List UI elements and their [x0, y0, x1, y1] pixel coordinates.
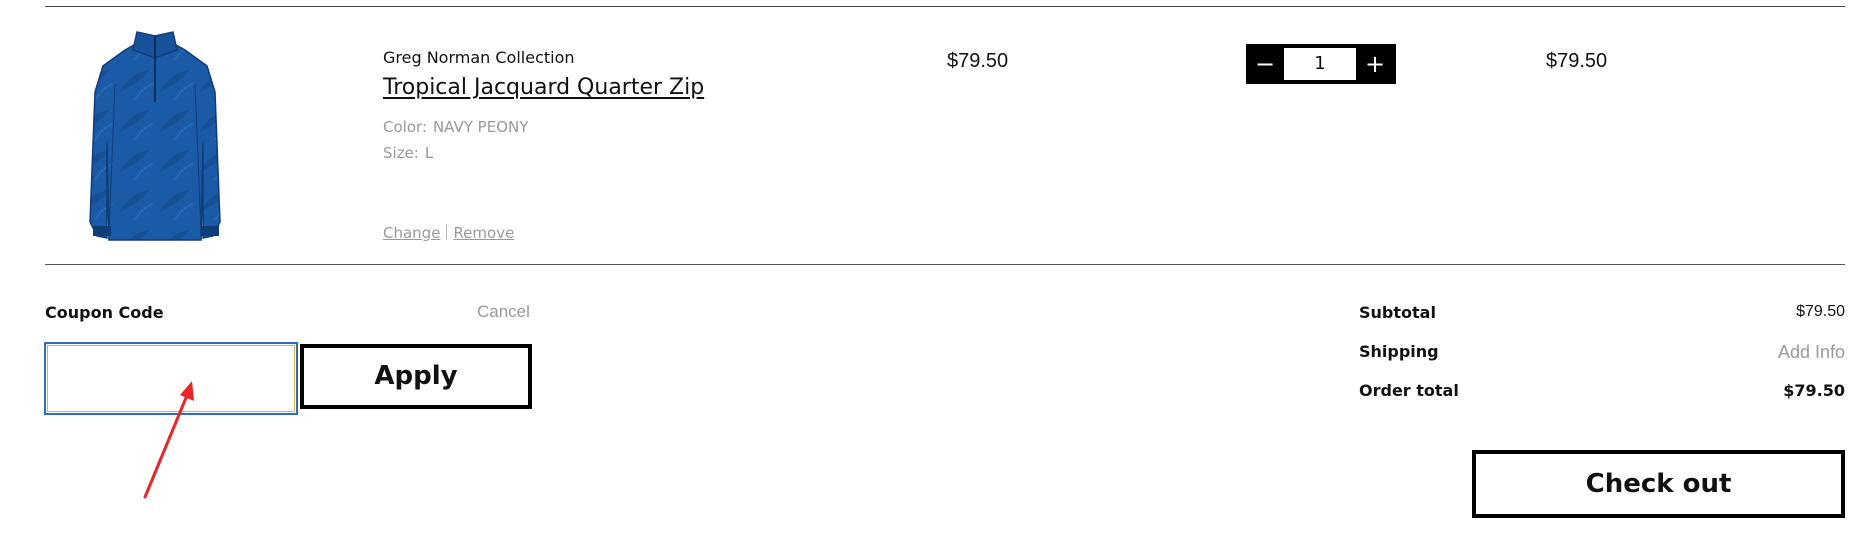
shipping-add-info-link[interactable]: Add Info	[1778, 342, 1845, 363]
quantity-stepper: − 1 +	[1246, 44, 1396, 84]
subtotal-label: Subtotal	[1359, 303, 1436, 322]
order-total-value: $79.50	[1783, 381, 1845, 400]
product-color: Color: NAVY PEONY	[383, 118, 528, 136]
product-size: Size: L	[383, 144, 433, 162]
size-label: Size:	[383, 144, 419, 162]
unit-price: $79.50	[947, 50, 1009, 72]
change-link[interactable]: Change	[383, 224, 440, 242]
color-value: NAVY PEONY	[432, 118, 529, 136]
order-total-label: Order total	[1359, 381, 1459, 400]
apply-button[interactable]: Apply	[300, 344, 532, 409]
product-name-link[interactable]: Tropical Jacquard Quarter Zip	[383, 75, 704, 100]
cart-page: Greg Norman Collection Tropical Jacquard…	[0, 0, 1867, 550]
coupon-cancel-link[interactable]: Cancel	[477, 302, 530, 322]
checkout-button[interactable]: Check out	[1472, 450, 1845, 518]
decrement-button[interactable]: −	[1246, 44, 1284, 84]
subtotal-value: $79.50	[1796, 303, 1845, 320]
quantity-input[interactable]: 1	[1284, 48, 1356, 80]
color-label: Color:	[383, 118, 427, 136]
product-brand: Greg Norman Collection	[383, 48, 575, 67]
action-separator	[446, 224, 448, 240]
increment-button[interactable]: +	[1356, 44, 1394, 84]
annotation-arrow-icon	[143, 381, 194, 499]
items-divider	[45, 264, 1845, 265]
product-image[interactable]	[75, 22, 235, 247]
coupon-label: Coupon Code	[45, 303, 164, 322]
shipping-label: Shipping	[1359, 342, 1439, 361]
remove-link[interactable]: Remove	[453, 224, 514, 242]
line-total: $79.50	[1546, 50, 1608, 72]
size-value: L	[424, 144, 434, 162]
item-actions: Change Remove	[383, 224, 514, 242]
top-divider	[45, 6, 1845, 7]
